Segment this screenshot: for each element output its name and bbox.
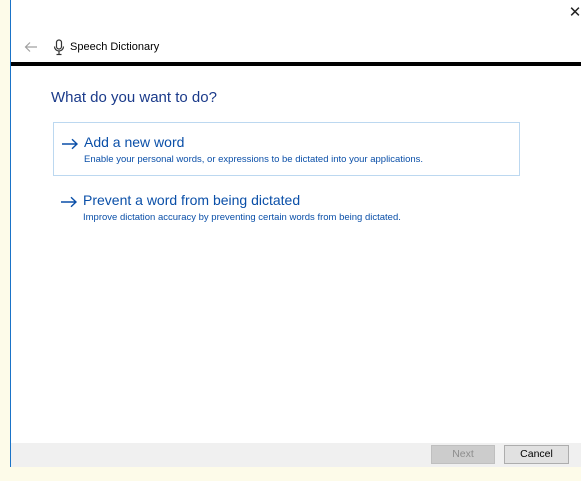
page-heading: What do you want to do? bbox=[51, 89, 217, 106]
footer-bar: Next Cancel bbox=[11, 443, 581, 467]
close-button[interactable]: ✕ bbox=[567, 4, 581, 22]
option-title: Prevent a word from being dictated bbox=[83, 192, 301, 208]
navigation-bar: Speech Dictionary bbox=[11, 34, 581, 62]
option-title: Add a new word bbox=[84, 134, 185, 150]
window-title: Speech Dictionary bbox=[70, 41, 160, 53]
option-description: Improve dictation accuracy by preventing… bbox=[83, 212, 401, 223]
prevent-word-option[interactable]: Prevent a word from being dictated Impro… bbox=[53, 190, 520, 234]
microphone-icon bbox=[53, 39, 65, 56]
title-bar: ✕ bbox=[11, 0, 581, 30]
option-description: Enable your personal words, or expressio… bbox=[84, 154, 424, 165]
add-new-word-option[interactable]: Add a new word Enable your personal word… bbox=[53, 122, 520, 176]
next-button[interactable]: Next bbox=[431, 445, 495, 464]
close-icon: ✕ bbox=[568, 4, 581, 21]
back-button[interactable] bbox=[23, 39, 39, 55]
left-arrow-icon bbox=[24, 42, 37, 52]
right-arrow-icon bbox=[61, 196, 78, 208]
speech-dictionary-window: ✕ Speech Dictionary What do you want to … bbox=[10, 0, 581, 467]
cancel-button[interactable]: Cancel bbox=[504, 445, 569, 464]
header-divider bbox=[11, 62, 581, 66]
right-arrow-icon bbox=[62, 138, 79, 150]
